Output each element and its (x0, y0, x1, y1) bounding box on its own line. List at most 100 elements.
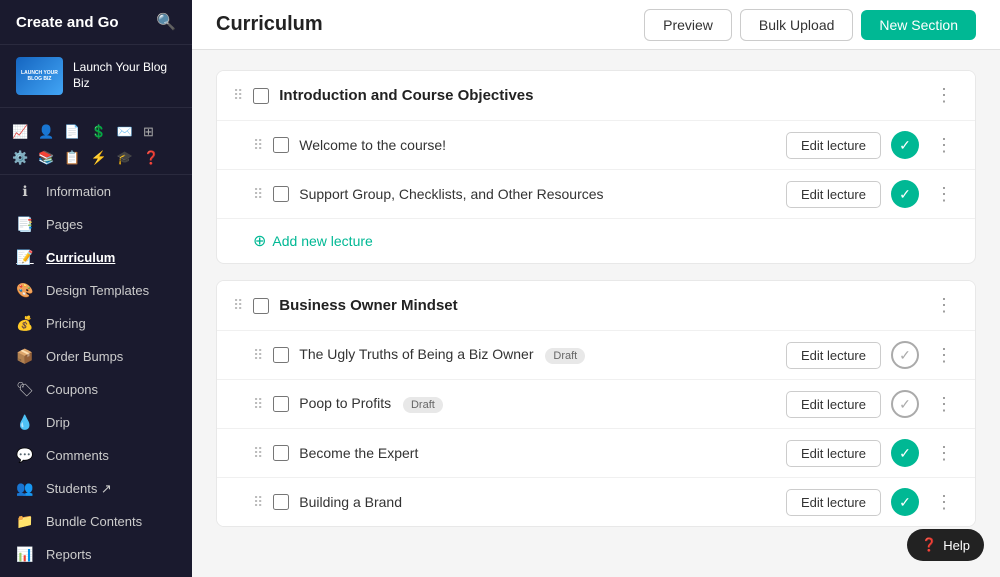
coupons-icon: 🏷 (16, 381, 34, 398)
lecture-more-icon[interactable]: ⋮ (929, 490, 959, 515)
edit-lecture-button[interactable]: Edit lecture (786, 440, 881, 467)
order-bumps-icon: 📦 (16, 348, 34, 365)
help-circle-icon: ❓ (921, 537, 937, 553)
help-button[interactable]: ❓ Help (907, 529, 984, 561)
question-icon[interactable]: ❓ (143, 150, 159, 166)
main-area: Curriculum Preview Bulk Upload New Secti… (192, 0, 1000, 577)
cap-icon[interactable]: 🎓 (117, 150, 133, 166)
lecture-more-icon[interactable]: ⋮ (929, 133, 959, 158)
section-card: ⠿ Business Owner Mindset ⋮ ⠿ The Ugly Tr… (216, 280, 976, 527)
sidebar-item-information[interactable]: ℹ Information (0, 175, 192, 208)
lecture-row: ⠿ Support Group, Checklists, and Other R… (217, 169, 975, 218)
pricing-icon: 💰 (16, 315, 34, 332)
course-thumbnail: LAUNCH YOUR BLOG BIZ (16, 57, 63, 95)
pages-icon[interactable]: 📄 (64, 124, 80, 140)
section-more-icon[interactable]: ⋮ (929, 293, 959, 318)
edit-lecture-button[interactable]: Edit lecture (786, 132, 881, 159)
email-icon[interactable]: ✉️ (117, 124, 133, 140)
sidebar-item-label: Students ↗ (46, 481, 112, 497)
library-icon[interactable]: 📚 (38, 150, 54, 166)
sidebar-item-label: Information (46, 184, 111, 199)
lecture-title: Welcome to the course! (299, 137, 776, 153)
lecture-title: The Ugly Truths of Being a Biz Owner Dra… (299, 346, 776, 364)
edit-lecture-button[interactable]: Edit lecture (786, 391, 881, 418)
sidebar-item-bundle-contents[interactable]: 📁 Bundle Contents (0, 505, 192, 538)
sidebar-item-students[interactable]: 👥 Students ↗ (0, 472, 192, 505)
lecture-checkbox[interactable] (273, 445, 289, 461)
status-outline-icon: ✓ (891, 390, 919, 418)
sidebar-item-label: Comments (46, 448, 109, 463)
edit-lecture-button[interactable]: Edit lecture (786, 489, 881, 516)
section-checkbox[interactable] (253, 298, 269, 314)
doc-icon[interactable]: 📋 (64, 150, 80, 166)
sidebar-item-pricing[interactable]: 💰 Pricing (0, 307, 192, 340)
users-icon[interactable]: 👤 (38, 124, 54, 140)
drag-handle-icon[interactable]: ⠿ (253, 445, 263, 462)
sidebar-item-curriculum[interactable]: 📝 Curriculum (0, 241, 192, 274)
lecture-checkbox[interactable] (273, 347, 289, 363)
lecture-checkbox[interactable] (273, 137, 289, 153)
lecture-more-icon[interactable]: ⋮ (929, 182, 959, 207)
dollar-icon[interactable]: 💲 (91, 124, 107, 140)
drag-handle-icon[interactable]: ⠿ (253, 396, 263, 413)
section-header: ⠿ Introduction and Course Objectives ⋮ (217, 71, 975, 120)
section-checkbox[interactable] (253, 88, 269, 104)
add-lecture-label: Add new lecture (272, 233, 372, 249)
preview-button[interactable]: Preview (644, 9, 732, 41)
sidebar-item-pages[interactable]: 📑 Pages (0, 208, 192, 241)
edit-lecture-button[interactable]: Edit lecture (786, 181, 881, 208)
lightning-icon[interactable]: ⚡ (91, 150, 107, 166)
sidebar-item-coupons[interactable]: 🏷 Coupons (0, 373, 192, 406)
lecture-title: Building a Brand (299, 494, 776, 510)
status-complete-icon: ✓ (891, 439, 919, 467)
drag-handle-icon[interactable]: ⠿ (233, 297, 243, 314)
sidebar-course[interactable]: LAUNCH YOUR BLOG BIZ Launch Your Blog Bi… (0, 45, 192, 108)
edit-lecture-button[interactable]: Edit lecture (786, 342, 881, 369)
lecture-more-icon[interactable]: ⋮ (929, 441, 959, 466)
drag-handle-icon[interactable]: ⠿ (253, 137, 263, 154)
sidebar-item-design-templates[interactable]: 🎨 Design Templates (0, 274, 192, 307)
section-card: ⠿ Introduction and Course Objectives ⋮ ⠿… (216, 70, 976, 264)
drag-handle-icon[interactable]: ⠿ (233, 87, 243, 104)
drip-icon: 💧 (16, 414, 34, 431)
sidebar: Create and Go 🔍 LAUNCH YOUR BLOG BIZ Lau… (0, 0, 192, 577)
lecture-checkbox[interactable] (273, 494, 289, 510)
pages-nav-icon: 📑 (16, 216, 34, 233)
grid-icon[interactable]: ⊞ (143, 124, 154, 140)
section-more-icon[interactable]: ⋮ (929, 83, 959, 108)
drag-handle-icon[interactable]: ⠿ (253, 186, 263, 203)
information-icon: ℹ (16, 183, 34, 200)
analytics-icon[interactable]: 📈 (12, 124, 28, 140)
lecture-more-icon[interactable]: ⋮ (929, 343, 959, 368)
page-title: Curriculum (216, 13, 323, 36)
sidebar-item-label: Order Bumps (46, 349, 123, 364)
status-complete-icon: ✓ (891, 131, 919, 159)
lecture-checkbox[interactable] (273, 396, 289, 412)
draft-badge: Draft (545, 348, 585, 364)
search-icon[interactable]: 🔍 (156, 12, 176, 32)
lecture-row: ⠿ Building a Brand Edit lecture ✓ ⋮ (217, 477, 975, 526)
sidebar-item-label: Reports (46, 547, 92, 562)
add-lecture-row[interactable]: ⊕ Add new lecture (217, 218, 975, 263)
sidebar-item-order-bumps[interactable]: 📦 Order Bumps (0, 340, 192, 373)
new-section-button[interactable]: New Section (861, 10, 976, 40)
sidebar-item-reports[interactable]: 📊 Reports (0, 538, 192, 571)
sidebar-item-label: Curriculum (46, 250, 115, 265)
sidebar-item-label: Drip (46, 415, 70, 430)
sidebar-item-label: Pricing (46, 316, 86, 331)
lecture-row: ⠿ Poop to Profits Draft Edit lecture ✓ ⋮ (217, 379, 975, 428)
students-icon: 👥 (16, 480, 34, 497)
sidebar-item-drip[interactable]: 💧 Drip (0, 406, 192, 439)
status-complete-icon: ✓ (891, 488, 919, 516)
drag-handle-icon[interactable]: ⠿ (253, 347, 263, 364)
drag-handle-icon[interactable]: ⠿ (253, 494, 263, 511)
reports-icon: 📊 (16, 546, 34, 563)
sidebar-item-comments[interactable]: 💬 Comments (0, 439, 192, 472)
header-actions: Preview Bulk Upload New Section (644, 9, 976, 41)
sidebar-header: Create and Go 🔍 (0, 0, 192, 45)
lecture-more-icon[interactable]: ⋮ (929, 392, 959, 417)
lecture-checkbox[interactable] (273, 186, 289, 202)
settings-icon[interactable]: ⚙️ (12, 150, 28, 166)
comments-icon: 💬 (16, 447, 34, 464)
bulk-upload-button[interactable]: Bulk Upload (740, 9, 854, 41)
